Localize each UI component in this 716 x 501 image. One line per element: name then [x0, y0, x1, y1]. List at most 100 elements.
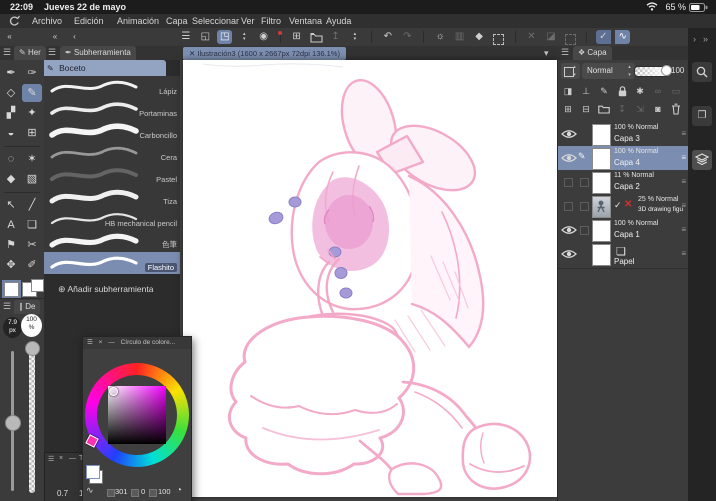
drag-handle-icon[interactable]: ≡ [681, 153, 686, 162]
ruler-range-icon[interactable]: ▭ [668, 84, 684, 98]
ta-minimize-icon[interactable]: — [69, 455, 76, 462]
eyedropper-tool[interactable]: ✐ [22, 256, 42, 274]
opacity-slider-knob[interactable] [25, 341, 40, 356]
visibility-checkbox-empty[interactable] [564, 202, 573, 211]
drag-handle-icon[interactable]: ≡ [681, 249, 686, 258]
sv-picker-handle[interactable] [109, 387, 118, 396]
lock-transparent-icon[interactable]: ⊥ [578, 84, 594, 98]
deselect-icon[interactable]: ✕ [524, 30, 539, 44]
brush-hb-mechanical-pencil[interactable]: HB mechanical pencil [44, 208, 180, 231]
clip-to-layer-icon[interactable]: ◨ [560, 84, 576, 98]
select-launcher-icon[interactable]: ☼ [433, 30, 448, 44]
pencil-tool[interactable]: ✎ [22, 84, 42, 102]
text-tool[interactable]: A [1, 216, 21, 234]
collapse-tools-icon[interactable]: « [2, 30, 17, 44]
blend-mode-select[interactable]: Normal ▴▾ [582, 63, 635, 79]
drag-handle-icon[interactable]: ≡ [681, 129, 686, 138]
clip-studio-logo[interactable] [8, 15, 20, 27]
line-tool[interactable]: ╱ [22, 196, 42, 214]
fill-icon[interactable]: ◆ [472, 30, 487, 44]
paper-thumbnail[interactable] [592, 244, 611, 266]
brush-lapiz[interactable]: Lápiz [44, 76, 180, 99]
decoration-tool[interactable]: ✦ [22, 104, 42, 122]
layer-opacity-value[interactable]: 100 [671, 63, 684, 79]
fill-tool[interactable]: ◆ [1, 170, 21, 188]
value-value[interactable]: 100 [158, 487, 171, 496]
transparent-color-swatch[interactable] [31, 279, 44, 292]
mixing-scribble-icon[interactable]: ∿ [86, 485, 94, 496]
layer-thumbnail[interactable] [592, 148, 611, 170]
tab-slider-panel[interactable]: ∥ De [14, 300, 40, 314]
main-menu-icon[interactable]: ☰ [178, 30, 193, 44]
snap-icon[interactable]: ✓ [596, 30, 611, 44]
add-subtool-button[interactable]: ⊕ Añadir subherramienta [58, 284, 153, 295]
menu-seleccionar[interactable]: Seleccionar [192, 16, 239, 26]
collapse-subtool-icon[interactable]: « [47, 30, 62, 44]
blend-tool[interactable]: ◒ [1, 124, 21, 142]
layer-thumbnail[interactable] [592, 220, 611, 242]
new-layer-copy-icon[interactable]: ⊟ [578, 102, 594, 116]
object-tool[interactable]: ↖ [1, 196, 21, 214]
delete-layer-icon[interactable] [668, 102, 684, 116]
saturation-value[interactable]: 0 [141, 487, 145, 496]
brush-portaminas[interactable]: Portaminas [44, 98, 180, 121]
drag-handle-icon[interactable]: ≡ [681, 177, 686, 186]
saturation-value-square[interactable] [108, 386, 166, 444]
lock-layer-icon[interactable] [614, 84, 630, 98]
toolbar-updown-icon[interactable]: ▴▾ [237, 30, 252, 44]
new-canvas-icon[interactable]: ⊞ [289, 30, 304, 44]
menu-ventana[interactable]: Ventana [289, 16, 322, 26]
save-updown-icon[interactable]: ▴▾ [347, 30, 362, 44]
hand-tool[interactable]: ✥ [1, 256, 21, 274]
visibility-checkbox-empty[interactable] [564, 178, 573, 187]
brush-size-badge[interactable]: 7.9px [3, 317, 22, 338]
merge-down-icon[interactable]: ⇲ [632, 102, 648, 116]
save-icon[interactable]: ↥ [328, 30, 343, 44]
menu-edicion[interactable]: Edición [74, 16, 104, 26]
gradient-tool[interactable]: ▧ [22, 170, 42, 188]
transform-icon[interactable] [491, 30, 506, 44]
figure-tool[interactable]: ⊞ [22, 124, 42, 142]
brush-tiza[interactable]: Tiza [44, 186, 180, 209]
new-folder-icon[interactable] [596, 102, 612, 116]
color-panel-close-icon[interactable]: × [99, 339, 103, 346]
color-panel-minimize-icon[interactable]: — [108, 339, 115, 346]
edit-checkbox-empty[interactable] [580, 178, 589, 187]
3d-layer-thumbnail[interactable] [592, 196, 611, 218]
ruler-tool[interactable]: ⚑ [1, 236, 21, 254]
ta-value-1[interactable]: 0.7 [57, 489, 68, 498]
subtool-panel-menu-icon[interactable]: ☰ [48, 47, 56, 58]
expand-panel-icon[interactable]: › [693, 34, 696, 44]
drag-handle-icon[interactable]: ≡ [681, 225, 686, 234]
toolbar-overflow-icon[interactable]: ▾ [544, 48, 549, 59]
airbrush-tool[interactable]: ▞ [1, 104, 21, 122]
layers-palette-button[interactable] [692, 150, 712, 170]
visibility-eye-icon[interactable] [561, 249, 577, 259]
brush-flashito[interactable]: Flashito [44, 252, 180, 275]
new-layer-icon[interactable]: ⊞ [560, 102, 576, 116]
layer-mask-icon[interactable]: ◙ [650, 102, 666, 116]
link-layers-icon[interactable]: ∞ [650, 84, 666, 98]
invert-selection-icon[interactable]: ◪ [543, 30, 558, 44]
layer-row-capa2-hidden[interactable]: 11 % Normal Capa 2 ≡ [558, 170, 689, 195]
expand-all-icon[interactable]: » [703, 34, 708, 44]
layer-row-papel[interactable]: ❏ Papel ≡ [558, 242, 689, 269]
reference-layer-icon[interactable]: ✱ [632, 84, 648, 98]
visibility-eye-icon[interactable] [561, 225, 577, 235]
hue-value[interactable]: 301 [115, 487, 128, 496]
visibility-eye-icon[interactable] [561, 153, 577, 163]
tab-subherramienta[interactable]: ✒ Subherramienta [60, 46, 136, 60]
subtool-group-boceto[interactable]: ✎ Boceto [44, 60, 166, 76]
selection-border-icon[interactable] [563, 30, 578, 44]
color-panel-menu-icon[interactable]: ☰ [87, 339, 93, 346]
collapse-arrow-icon[interactable]: ‹ [67, 30, 82, 44]
menu-filtro[interactable]: Filtro [261, 16, 281, 26]
share-screen-icon[interactable]: ◳ [217, 30, 232, 44]
layer-thumbnail[interactable] [592, 124, 611, 146]
brush-pastel[interactable]: Pastel [44, 164, 180, 187]
brush-cera[interactable]: Cera [44, 142, 180, 165]
draft-layer-icon[interactable]: ✎ [596, 84, 612, 98]
edit-checkbox-empty[interactable] [580, 226, 589, 235]
menu-capa[interactable]: Capa [166, 16, 188, 26]
menu-ayuda[interactable]: Ayuda [326, 16, 351, 26]
